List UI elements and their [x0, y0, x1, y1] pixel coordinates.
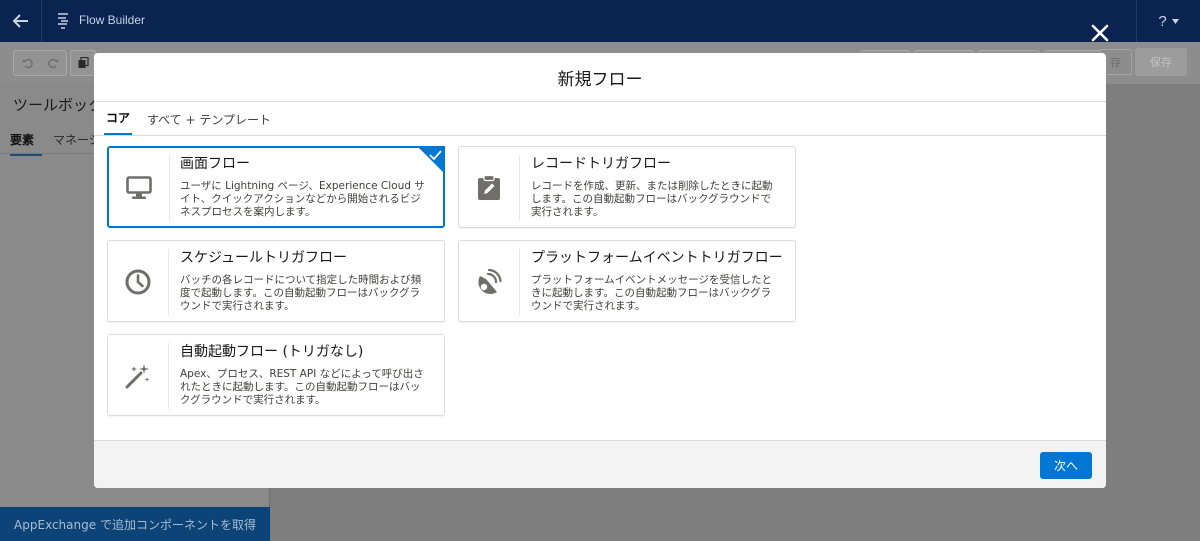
desktop-icon — [126, 176, 152, 199]
help-icon: ? — [1158, 12, 1167, 30]
card-title: 画面フロー — [180, 156, 250, 172]
modal-footer: 次へ — [94, 440, 1106, 488]
modal-tabs: コア すべて + テンプレート — [94, 102, 1106, 136]
app-title: Flow Builder — [79, 13, 146, 27]
toolbox-title: ツールボック — [13, 96, 104, 114]
tab-core[interactable]: コア — [104, 102, 133, 135]
card-description: バッチの各レコードについて指定した時間および頻度で起動します。この自動起動フロー… — [180, 274, 422, 312]
card-icon-area — [459, 249, 520, 315]
card-icon-area — [108, 249, 169, 315]
undo-redo-group[interactable] — [13, 50, 67, 76]
save-button[interactable]: 保存 — [1135, 48, 1187, 76]
magic-wand-icon — [125, 364, 150, 389]
new-flow-modal: 新規フロー コア すべて + テンプレート 画面フロー ユーザに Lightni… — [94, 53, 1106, 488]
card-description: ユーザに Lightning ページ、Experience Cloud サイト、… — [180, 180, 425, 218]
card-description: プラットフォームイベントメッセージを受信したときに起動します。この自動起動フロー… — [531, 274, 772, 312]
copy-button[interactable] — [70, 50, 96, 76]
card-icon-area — [109, 155, 170, 221]
card-schedule-triggered-flow[interactable]: スケジュールトリガフロー バッチの各レコードについて指定した時間および頻度で起動… — [107, 240, 445, 322]
back-button[interactable] — [0, 0, 42, 42]
global-header: Flow Builder ? — [0, 0, 1200, 42]
broadcast-icon — [478, 268, 502, 294]
chevron-down-icon — [1171, 18, 1179, 24]
undo-icon — [22, 58, 33, 69]
card-title: スケジュールトリガフロー — [180, 250, 348, 266]
card-icon-area — [108, 343, 169, 409]
tab-all-templates[interactable]: すべて + テンプレート — [147, 102, 271, 136]
clock-icon — [125, 269, 151, 295]
card-title: 自動起動フロー (トリガなし) — [180, 344, 364, 360]
card-description: Apex、プロセス、REST API などによって呼び出されたときに起動します。… — [180, 368, 424, 406]
flow-icon — [58, 13, 68, 29]
clipboard-edit-icon — [478, 175, 500, 200]
card-platform-event-triggered-flow[interactable]: プラットフォームイベントトリガフロー プラットフォームイベントメッセージを受信し… — [458, 240, 796, 322]
card-autolaunched-flow[interactable]: 自動起動フロー (トリガなし) Apex、プロセス、REST API などによっ… — [107, 334, 445, 416]
close-icon[interactable] — [1089, 22, 1111, 44]
help-menu-button[interactable]: ? — [1136, 0, 1200, 42]
card-icon-area — [459, 155, 520, 221]
check-icon — [417, 146, 445, 174]
card-screen-flow[interactable]: 画面フロー ユーザに Lightning ページ、Experience Clou… — [107, 146, 445, 228]
card-title: プラットフォームイベントトリガフロー — [531, 250, 783, 266]
modal-title: 新規フロー — [557, 69, 643, 90]
arrow-left-icon — [12, 14, 28, 28]
flow-type-grid: 画面フロー ユーザに Lightning ページ、Experience Clou… — [94, 137, 1106, 440]
card-record-triggered-flow[interactable]: レコードトリガフロー レコードを作成、更新、または削除したときに起動します。この… — [458, 146, 796, 228]
copy-icon — [78, 57, 89, 68]
appexchange-link[interactable]: AppExchange で追加コンポーネントを取得 — [0, 507, 270, 541]
redo-icon — [48, 58, 59, 69]
next-button[interactable]: 次へ — [1040, 452, 1092, 479]
modal-header: 新規フロー — [94, 53, 1106, 102]
card-description: レコードを作成、更新、または削除したときに起動します。この自動起動フローはバック… — [531, 180, 773, 218]
card-title: レコードトリガフロー — [531, 156, 671, 172]
